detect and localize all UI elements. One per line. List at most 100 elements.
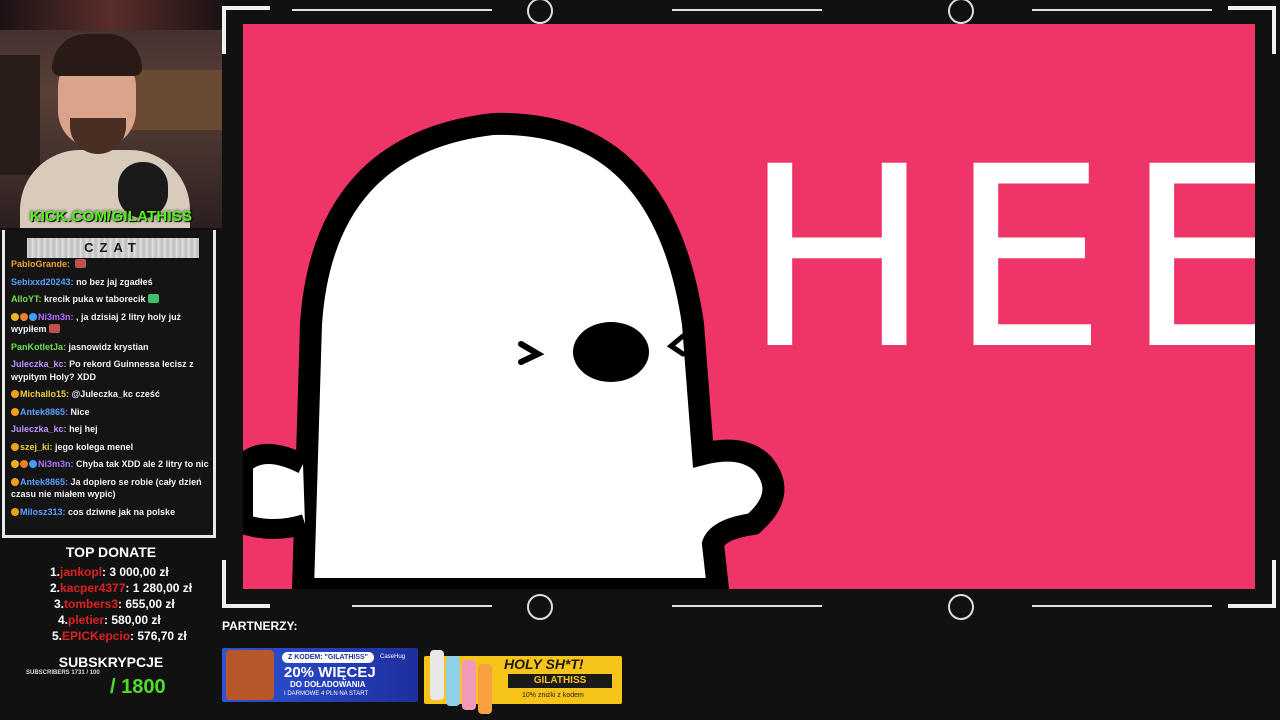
chat-message: Sebixxd20243: no bez jaj zgadłeś <box>11 276 211 289</box>
holy-code: GILATHISS <box>508 674 612 688</box>
kick-url: KICK.COM/GILATHISS <box>29 208 193 225</box>
donor-rank: 1. <box>50 565 61 579</box>
user-badge-icon <box>29 460 37 468</box>
donor-amount: : 655,00 zł <box>118 597 175 611</box>
donor-entry: 4.pletier: 580,00 zł <box>0 612 222 628</box>
emote-icon <box>74 259 86 268</box>
frame-line <box>292 9 492 11</box>
subscriptions-goal: / 1800 <box>110 676 166 698</box>
holy-banner[interactable]: HOLY SH*T! GILATHISS 10% zniżki z kodem <box>424 650 622 714</box>
user-badge-icon <box>20 312 28 321</box>
emote-icon <box>48 324 60 333</box>
user-badge-icon <box>11 312 19 321</box>
background-shelf <box>130 70 222 130</box>
target-icon <box>948 0 974 24</box>
streamer-hair <box>52 34 142 76</box>
streamer-beard <box>70 118 126 154</box>
chat-text: no bez jaj zgadłeś <box>76 276 153 287</box>
chat-username[interactable]: Ni3m3n: <box>38 312 74 322</box>
chat-message: Michallo15: @Juleczka_kc cześć <box>11 388 211 401</box>
user-badge-icon <box>11 442 19 451</box>
donor-amount: : 1 280,00 zł <box>125 581 193 595</box>
chest-icon <box>226 650 274 700</box>
video-caption: HEE <box>743 113 1255 404</box>
chat-message: Milosz313: cos dziwne jak na polske <box>11 506 211 519</box>
donor-entry: 2.kacper4377: 1 280,00 zł <box>0 580 222 596</box>
user-badge-icon <box>11 407 19 416</box>
chat-message: szej_ki: jego kolega menel <box>11 441 211 454</box>
user-badge-icon <box>20 460 28 468</box>
chat-text: jasnowidz krystian <box>68 341 149 352</box>
chat-text: hej hej <box>69 424 98 434</box>
donor-entry: 1.jankopl: 3 000,00 zł <box>0 564 222 580</box>
chat-message: Antek8865: Nice <box>11 406 211 419</box>
chat-message: Ni3m3n: , ja dzisiaj 2 litry holy już wy… <box>11 311 211 336</box>
donor-name: EPICKepcio <box>62 629 131 643</box>
chat-message: PabloGrande: <box>11 258 211 271</box>
chat-text: @Juleczka_kc cześć <box>71 389 160 399</box>
donor-entry: 3.tombers3: 655,00 zł <box>0 596 222 612</box>
bottle-icon <box>446 656 460 706</box>
donor-rank: 5. <box>52 629 63 643</box>
emote-icon <box>147 294 159 303</box>
chat-list: PabloGrande: Sebixxd20243: no bez jaj zg… <box>11 258 211 523</box>
chat-text: jego kolega menel <box>55 441 134 452</box>
top-donate-panel: TOP DONATE 1.jankopl: 3 000,00 zł 2.kacpe… <box>0 544 222 644</box>
chat-username[interactable]: Antek8865: <box>20 407 68 417</box>
chat-username[interactable]: PanKotletJa: <box>11 342 66 352</box>
donor-rank: 2. <box>50 581 61 595</box>
casehug-logo: CaseHug <box>380 654 406 660</box>
background-shelf <box>0 55 40 175</box>
user-badge-icon <box>29 312 37 321</box>
chat-text: Nice <box>70 406 90 417</box>
user-badge-icon <box>11 507 19 516</box>
bottle-icon <box>478 664 492 714</box>
chat-username[interactable]: AlloYT: <box>11 294 42 304</box>
crossed-circle-icon <box>527 594 553 620</box>
subscriptions-panel: SUBSKRYPCJE SUBSCRIBERS 1731 / 100 / 180… <box>0 654 222 698</box>
chat-header: CZAT <box>27 238 199 258</box>
video-content: HEE <box>243 24 1255 589</box>
donor-amount: : 576,70 zł <box>130 629 187 643</box>
casehug-small: I DARMOWE 4 PLN NA START <box>284 691 369 697</box>
bottle-icon <box>430 650 444 700</box>
chat-username[interactable]: Juleczka_kc: <box>11 424 67 434</box>
donor-name: kacper4377 <box>60 581 126 595</box>
chat-username[interactable]: Milosz313: <box>20 507 66 517</box>
bottle-icon <box>462 660 476 710</box>
donor-amount: : 580,00 zł <box>104 613 161 627</box>
donor-rank: 4. <box>58 613 69 627</box>
webcam-feed <box>0 0 222 228</box>
donor-name: tombers3 <box>64 597 119 611</box>
chat-message: Antek8865: Ja dopiero se robie (cały dzi… <box>11 476 211 501</box>
donor-name: jankopl <box>60 565 103 579</box>
casehug-code: Z KODEM: "GILATHISS" <box>282 652 374 663</box>
chat-username[interactable]: Antek8865: <box>20 477 68 487</box>
striped-circle-icon <box>948 594 974 620</box>
chat-username[interactable]: Juleczka_kc: <box>11 359 67 369</box>
top-donate-title: TOP DONATE <box>65 544 157 560</box>
chat-username[interactable]: szej_ki: <box>20 442 53 452</box>
chat-panel: CZAT PabloGrande: Sebixxd20243: no bez j… <box>2 230 216 538</box>
casehug-banner[interactable]: Z KODEM: "GILATHISS" CaseHug 20% WIĘCEJ … <box>222 648 418 702</box>
chat-text: cos dziwne jak na polske <box>68 506 176 517</box>
chat-message: Juleczka_kc: hej hej <box>11 423 211 436</box>
frame-line <box>672 605 822 607</box>
partners-label: PARTNERZY: <box>222 619 298 633</box>
frame-line <box>352 605 492 607</box>
frame-line <box>672 9 822 11</box>
subscriptions-title: SUBSKRYPCJE <box>58 654 164 670</box>
casehug-subline: DO DOŁADOWANIA <box>290 680 366 689</box>
casehug-headline: 20% WIĘCEJ <box>284 664 376 681</box>
chat-username[interactable]: Michallo15: <box>20 389 69 399</box>
chat-username[interactable]: PabloGrande: <box>11 259 70 269</box>
chat-message: Ni3m3n: Chyba tak XDD ale 2 litry to nic <box>11 458 211 471</box>
holy-discount: 10% zniżki z kodem <box>522 692 584 699</box>
chat-message: PanKotletJa: jasnowidz krystian <box>11 341 211 354</box>
donor-name: pletier <box>68 613 105 627</box>
chat-username[interactable]: Sebixxd20243: <box>11 277 74 287</box>
chat-text: krecik puka w taborecik <box>44 294 146 304</box>
frame-line <box>1032 9 1212 11</box>
donor-amount: : 3 000,00 zł <box>102 565 169 579</box>
chat-username[interactable]: Ni3m3n: <box>38 459 74 469</box>
